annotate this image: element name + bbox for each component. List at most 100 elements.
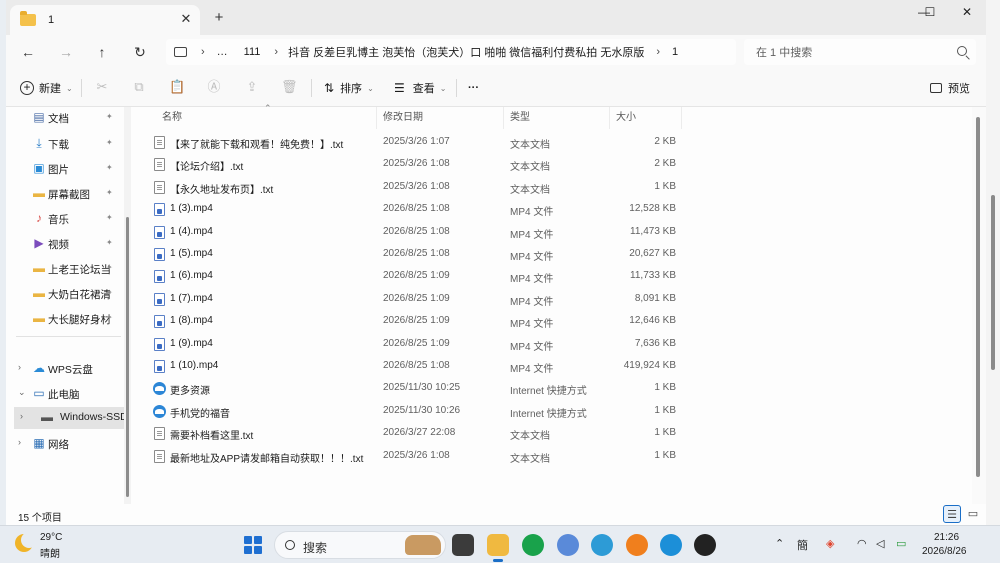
file-type: MP4 文件 — [510, 319, 554, 331]
file-row[interactable]: 【来了就能下载和观看！纯免费！】.txt 2025/3/26 1:07 文本文档 2 … — [136, 131, 836, 153]
copy-icon[interactable]: ⧉ — [131, 79, 147, 95]
more-options-button[interactable]: ··· — [468, 79, 479, 97]
breadcrumb-item[interactable]: 1 — [672, 46, 678, 58]
sidebar-item-folder[interactable]: ▬ 大长腿好身材 ✦ — [6, 308, 124, 330]
file-row[interactable]: 1 (8).mp4 2026/8/25 1:09 MP4 文件 12,646 KB — [136, 310, 836, 332]
file-row[interactable]: 【永久地址发布页】.txt 2025/3/26 1:08 文本文档 1 KB — [136, 176, 836, 198]
edge-icon[interactable] — [660, 534, 682, 556]
file-row[interactable]: 需要补档看这里.txt 2026/3/27 22:08 文本文档 1 KB — [136, 422, 836, 444]
new-tab-icon[interactable]: + — [210, 9, 228, 26]
maximize-button[interactable]: ☐ — [912, 0, 948, 24]
cut-icon[interactable]: ✂ — [94, 79, 110, 95]
qq-icon[interactable] — [694, 534, 716, 556]
sidebar-item-downloads[interactable]: ⤓ 下载 ✦ — [6, 133, 124, 155]
back-icon[interactable]: ← — [18, 43, 38, 61]
column-header-type[interactable]: 类型 — [510, 107, 530, 129]
task-view-icon[interactable] — [452, 534, 474, 556]
file-row[interactable]: 1 (10).mp4 2026/8/25 1:08 MP4 文件 419,924 KB — [136, 355, 836, 377]
forward-icon[interactable]: → — [56, 43, 76, 61]
scrollbar-thumb[interactable] — [991, 195, 995, 370]
close-window-button[interactable]: ✕ — [949, 0, 985, 24]
search-input[interactable]: 在 1 中搜索 — [744, 39, 976, 65]
sidebar-item-documents[interactable]: ▤ 文档 ✦ — [6, 107, 124, 129]
clock-time[interactable]: 21:26 — [934, 532, 959, 543]
ime-indicator[interactable]: 簡 — [797, 537, 808, 553]
start-button[interactable] — [244, 536, 262, 554]
file-row[interactable]: 1 (3).mp4 2026/8/25 1:08 MP4 文件 12,528 KB — [136, 198, 836, 220]
details-view-icon[interactable]: ☰ — [943, 505, 961, 523]
weather-moon-icon[interactable] — [15, 532, 37, 552]
file-row[interactable]: 1 (6).mp4 2026/8/25 1:09 MP4 文件 11,733 KB — [136, 265, 836, 287]
weather-temperature[interactable]: 29°C — [40, 532, 62, 543]
file-row[interactable]: 更多资源 2025/11/30 10:25 Internet 快捷方式 1 KB — [136, 377, 836, 399]
sidebar-scrollbar[interactable] — [124, 107, 131, 504]
sidebar-item-windows-ssd[interactable]: › ▬ Windows-SSD — [14, 407, 124, 429]
rename-icon[interactable]: Ⓐ — [206, 79, 222, 95]
sidebar-item-label: 下载 — [48, 139, 69, 151]
app-icon[interactable] — [626, 534, 648, 556]
sidebar-item-folder[interactable]: ▬ 大奶白花裙清 ✦ — [6, 283, 124, 305]
sidebar-item-pictures[interactable]: ▣ 图片 ✦ — [6, 158, 124, 180]
file-row[interactable]: 手机党的福音 2025/11/30 10:26 Internet 快捷方式 1 KB — [136, 400, 836, 422]
wechat-icon[interactable] — [522, 534, 544, 556]
sidebar-item-screenshots[interactable]: ▬ 屏幕截图 ✦ — [6, 183, 124, 205]
wps-tray-icon[interactable]: ◈ — [826, 537, 834, 550]
view-button[interactable]: ☰ 查看 ⌄ — [394, 79, 446, 97]
page-scrollbar[interactable] — [986, 0, 1000, 525]
file-explorer-icon[interactable] — [487, 534, 509, 562]
scrollbar-thumb[interactable] — [126, 217, 129, 497]
file-row[interactable]: 1 (5).mp4 2026/8/25 1:08 MP4 文件 20,627 KB — [136, 243, 836, 265]
column-divider[interactable] — [609, 107, 610, 129]
taskbar-search[interactable]: 搜索 — [274, 531, 446, 559]
sidebar-item-wps-cloud[interactable]: › ☁ WPS云盘 — [6, 358, 124, 380]
wifi-icon[interactable]: ◠ — [857, 537, 867, 550]
paste-icon[interactable]: 📋 — [169, 79, 185, 95]
column-divider[interactable] — [681, 107, 682, 129]
clock-date[interactable]: 2026/8/26 — [922, 546, 967, 557]
tab-bar: 1 ✕ + — ☐ ✕ — [6, 0, 986, 35]
sidebar-item-music[interactable]: ♪ 音乐 ✦ — [6, 208, 124, 230]
folder-icon: ▬ — [33, 286, 45, 300]
column-divider[interactable] — [376, 107, 377, 129]
tab-close-icon[interactable]: ✕ — [178, 11, 194, 27]
up-icon[interactable]: ↑ — [92, 43, 112, 61]
file-row[interactable]: 1 (4).mp4 2026/8/25 1:08 MP4 文件 11,473 KB — [136, 221, 836, 243]
file-row[interactable]: 1 (9).mp4 2026/8/25 1:09 MP4 文件 7,636 KB — [136, 333, 836, 355]
file-row[interactable]: 【论坛介绍】.txt 2025/3/26 1:08 文本文档 2 KB — [136, 153, 836, 175]
column-divider[interactable] — [503, 107, 504, 129]
column-header-date[interactable]: 修改日期 — [383, 107, 423, 129]
address-bar[interactable]: › … 111 › 抖音 反差巨乳博主 泡芙怡（泡芙犬）口 啪啪 微信福利付费私… — [166, 39, 736, 65]
scrollbar-thumb[interactable] — [976, 117, 980, 477]
share-icon[interactable]: ⇪ — [244, 79, 260, 95]
chevron-up-icon[interactable]: ⌃ — [775, 537, 784, 550]
new-button[interactable]: + 新建 ⌄ — [20, 79, 73, 97]
pin-icon: ✦ — [106, 163, 113, 172]
breadcrumb-item[interactable]: 抖音 反差巨乳博主 泡芙怡（泡芙犬）口 啪啪 微信福利付费私拍 无水原版 — [288, 44, 644, 60]
sidebar-item-network[interactable]: › ▦ 网络 — [6, 433, 124, 455]
browser-icon[interactable] — [591, 534, 613, 556]
file-size: 1 KB — [654, 180, 676, 192]
file-name: 1 (9).mp4 — [170, 337, 213, 349]
column-header-size[interactable]: 大小 — [616, 107, 636, 129]
sidebar-item-folder[interactable]: ▬ 上老王论坛当 ✦ — [6, 258, 124, 280]
weather-description[interactable]: 晴朗 — [40, 545, 60, 560]
battery-icon[interactable]: ▭ — [896, 537, 906, 550]
tab-folder-1[interactable]: 1 ✕ — [10, 5, 200, 35]
preview-button[interactable]: 预览 — [930, 79, 970, 97]
file-list-scrollbar[interactable] — [972, 107, 986, 504]
file-row[interactable]: 最新地址及APP请发邮箱自动获取！！！.txt 2025/3/26 1:08 文本文… — [136, 445, 836, 467]
sidebar-item-videos[interactable]: ▶ 视频 ✦ — [6, 233, 124, 255]
sidebar-item-this-pc[interactable]: ⌄ ▭ 此电脑 — [6, 383, 124, 405]
sort-button[interactable]: ⇅ 排序 ⌄ — [324, 79, 374, 97]
tiles-view-icon[interactable]: ▭ — [964, 505, 982, 523]
chevron-down-icon: ⌄ — [66, 83, 73, 93]
speaker-muted-icon[interactable]: ◁ — [876, 537, 884, 550]
app-icon[interactable] — [557, 534, 579, 556]
file-date: 2025/11/30 10:25 — [383, 382, 461, 394]
breadcrumb-item[interactable]: 111 — [244, 46, 261, 58]
file-row[interactable]: 1 (7).mp4 2026/8/25 1:09 MP4 文件 8,091 KB — [136, 288, 836, 310]
refresh-icon[interactable]: ↻ — [130, 43, 150, 61]
column-header-name[interactable]: 名称 — [162, 107, 182, 129]
breadcrumb-overflow[interactable]: … — [217, 46, 228, 58]
delete-icon[interactable]: 🗑 — [281, 79, 298, 95]
